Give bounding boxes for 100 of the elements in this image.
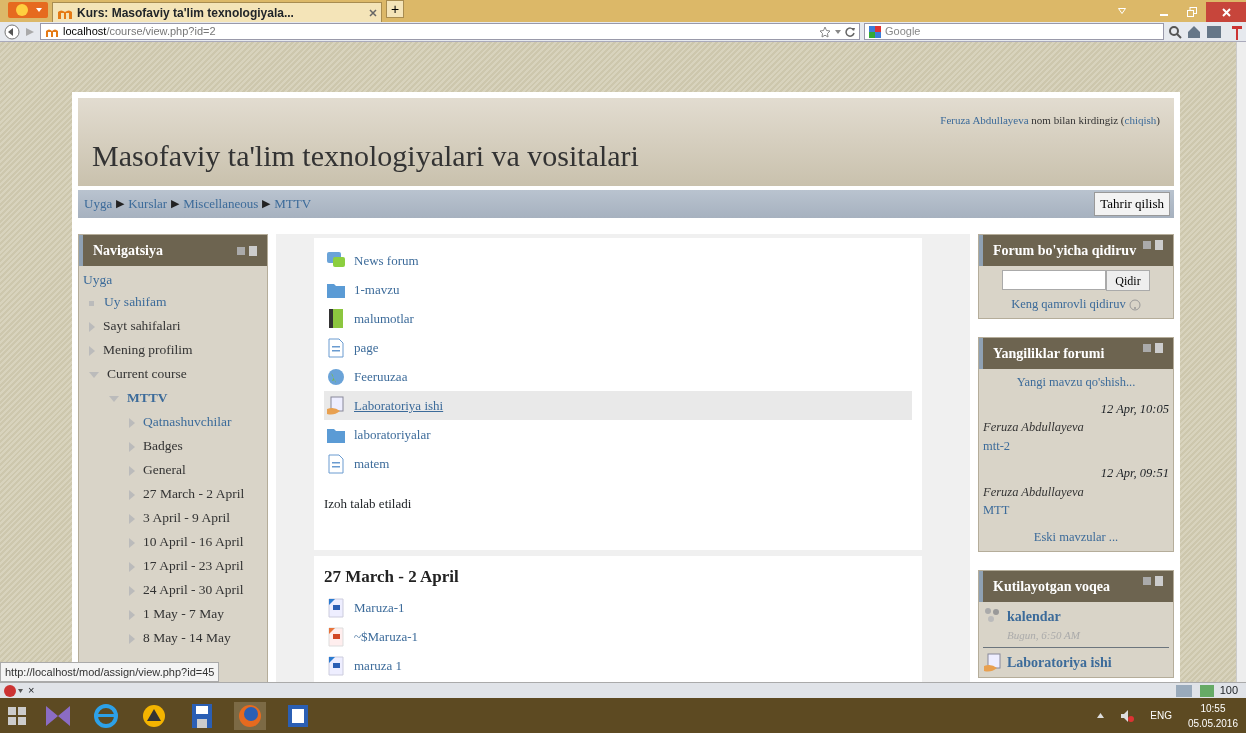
separator-icon: ▶ xyxy=(116,194,125,214)
logout-link[interactable]: chiqish xyxy=(1124,114,1157,126)
post-author: Feruza Abdullayeva xyxy=(983,483,1085,501)
activity-link[interactable]: News forum xyxy=(354,250,419,271)
activity-link[interactable]: 1-mavzu xyxy=(354,279,400,300)
advanced-search-link[interactable]: Keng qamrovli qidiruv xyxy=(1011,297,1126,311)
close-button[interactable] xyxy=(1206,2,1246,22)
post-date: 12 Apr, 09:51 xyxy=(1099,464,1169,482)
tree-item[interactable]: Current course xyxy=(107,366,187,382)
collapsed-icon[interactable] xyxy=(129,490,135,501)
activity-link[interactable]: maruza 1 xyxy=(354,656,402,676)
language-indicator[interactable]: ENG xyxy=(1150,708,1172,723)
block-controls-icon[interactable] xyxy=(1143,342,1165,353)
collapsed-icon[interactable] xyxy=(129,538,135,549)
addon-icon[interactable] xyxy=(1175,684,1216,697)
post-date: 12 Apr, 10:05 xyxy=(1099,400,1169,418)
tree-item[interactable]: 1 May - 7 May xyxy=(143,606,224,622)
google-icon xyxy=(869,25,881,38)
tree-item[interactable]: 24 April - 30 April xyxy=(143,582,244,598)
back-icon[interactable] xyxy=(4,23,20,40)
tree-link[interactable]: Uy sahifam xyxy=(104,294,167,310)
post-link[interactable]: mtt-2 xyxy=(983,439,1011,453)
activity-link[interactable]: Laboratoriya ishi xyxy=(354,395,444,416)
assignment-icon xyxy=(326,395,346,416)
t-icon[interactable] xyxy=(1232,23,1242,40)
user-link[interactable]: Feruza Abdullayeva xyxy=(940,114,1029,126)
tree-link[interactable]: Uyga xyxy=(83,272,113,287)
event-link[interactable]: kalendar xyxy=(1007,605,1061,627)
zoom-level[interactable]: 100 xyxy=(1219,682,1238,699)
activity-link[interactable]: ~$Maruza-1 xyxy=(354,627,419,647)
page-icon xyxy=(326,337,346,358)
firefox-menu-icon[interactable] xyxy=(8,2,48,18)
collapsed-icon[interactable] xyxy=(89,322,95,333)
adblock-icon[interactable] xyxy=(4,684,24,697)
home-icon[interactable] xyxy=(1186,23,1202,40)
activity-link[interactable]: page xyxy=(354,337,379,358)
tree-item[interactable]: Mening profilim xyxy=(103,342,193,358)
search-input[interactable] xyxy=(1002,270,1107,290)
collapsed-icon[interactable] xyxy=(129,466,135,477)
reload-icon[interactable] xyxy=(845,26,855,37)
edit-button[interactable]: Tahrir qilish xyxy=(1094,192,1170,216)
activity-link[interactable]: laboratoriyalar xyxy=(354,424,431,445)
start-icon[interactable] xyxy=(8,706,26,725)
collapsed-icon[interactable] xyxy=(129,586,135,597)
block-title: Kutilayotgan voqea xyxy=(993,577,1112,596)
close-addon-bar-icon[interactable]: × xyxy=(28,682,35,699)
activity-link[interactable]: Feeruuzaa xyxy=(354,366,408,387)
tree-item[interactable]: Badges xyxy=(143,438,183,454)
star-icon[interactable] xyxy=(819,25,831,38)
block-title: Navigatsiya xyxy=(93,242,164,260)
help-icon[interactable] xyxy=(1128,299,1141,312)
block-controls-icon[interactable] xyxy=(237,245,259,256)
expanded-icon[interactable] xyxy=(89,372,99,379)
tree-item[interactable]: 17 April - 23 April xyxy=(143,558,244,574)
collapsed-icon[interactable] xyxy=(129,418,135,429)
status-url: http://localhost/mod/assign/view.php?id=45 xyxy=(0,661,220,682)
post-link[interactable]: MTT xyxy=(983,503,1010,518)
block-controls-icon[interactable] xyxy=(1143,575,1165,586)
expanded-icon[interactable] xyxy=(109,396,119,403)
address-field[interactable]: localhost/course/view.php?id=2 xyxy=(40,23,860,40)
tree-item[interactable]: 27 March - 2 April xyxy=(143,486,245,502)
clock[interactable]: 10:55 05.05.2016 xyxy=(1187,700,1238,731)
browser-tab[interactable]: Kurs: Masofaviy ta'lim texnologiyala... xyxy=(52,2,382,22)
section-note: Izoh talab etiladi xyxy=(324,495,413,513)
block-title: Yangiliklar forumi xyxy=(993,344,1106,363)
tree-link[interactable]: MTTV xyxy=(127,390,168,406)
tree-item[interactable]: 8 May - 14 May xyxy=(143,630,231,646)
event-link[interactable]: Laboratoriya ishi xyxy=(1007,652,1112,674)
add-topic-link[interactable]: Yangi mavzu qo'shish... xyxy=(1016,374,1136,389)
activity-link[interactable]: Maruza-1 xyxy=(354,598,405,618)
close-icon[interactable] xyxy=(369,8,377,17)
block-controls-icon[interactable] xyxy=(1143,240,1165,250)
search-icon[interactable] xyxy=(1168,24,1182,39)
collapsed-icon[interactable] xyxy=(129,514,135,525)
older-topics-link[interactable]: Eski mavzular ... xyxy=(1033,530,1119,544)
search-button[interactable]: Qidir xyxy=(1106,270,1150,291)
tree-item[interactable]: 10 April - 16 April xyxy=(143,534,244,550)
search-field[interactable]: Google xyxy=(864,23,1164,40)
dropdown-icon[interactable] xyxy=(835,29,841,34)
bullet-icon xyxy=(89,300,94,306)
post-author: Feruza Abdullayeva xyxy=(983,419,1085,437)
speaker-muted-icon[interactable] xyxy=(1120,708,1135,723)
collapsed-icon[interactable] xyxy=(129,442,135,453)
tray-arrow-icon[interactable] xyxy=(1097,713,1105,718)
activity-link[interactable]: malumotlar xyxy=(354,308,414,329)
new-tab-button[interactable]: + xyxy=(386,0,404,18)
collapsed-icon[interactable] xyxy=(129,634,135,645)
tree-item[interactable]: Sayt sahifalari xyxy=(103,318,181,334)
tree-item[interactable]: 3 April - 9 April xyxy=(143,510,230,526)
activity-link[interactable]: matem xyxy=(354,453,390,474)
firefox-icon[interactable] xyxy=(234,701,266,730)
tree-item[interactable]: General xyxy=(143,462,186,478)
collapsed-icon[interactable] xyxy=(129,610,135,621)
dropdown-icon[interactable] xyxy=(1118,8,1126,14)
collapsed-icon[interactable] xyxy=(89,346,95,357)
login-info: Feruza Abdullayeva nom bilan kirdingiz (chiqish) xyxy=(939,113,1160,128)
tree-link[interactable]: Qatnashuvchilar xyxy=(143,414,232,430)
restore-icon xyxy=(1187,7,1197,17)
scrollbar[interactable] xyxy=(1236,42,1246,682)
collapsed-icon[interactable] xyxy=(129,562,135,573)
